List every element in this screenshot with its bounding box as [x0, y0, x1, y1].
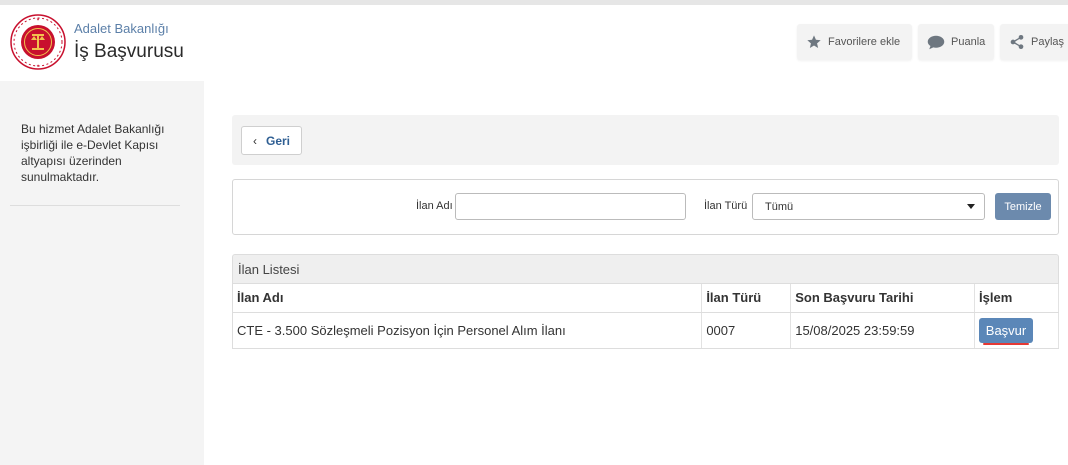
cell-islem: Başvur: [974, 312, 1059, 349]
apply-label: Başvur: [985, 322, 1027, 338]
ilan-turu-select[interactable]: Tümü: [752, 193, 985, 220]
table-row: CTE - 3.500 Sözleşmeli Pozisyon İçin Per…: [231, 312, 1059, 349]
apply-button[interactable]: Başvur: [979, 317, 1034, 345]
header: ★ ★ Adalet Bakanlığı İş Başvurusu Favori…: [0, 5, 1068, 81]
speech-bubble-icon: [927, 35, 945, 49]
apply-underline: [983, 342, 1030, 345]
service-info-text: Bu hizmet Adalet Bakanlığı işbirliği ile…: [21, 122, 165, 184]
ilan-turu-selected-value: Tümü: [765, 200, 794, 213]
caret-down-icon: [967, 204, 975, 209]
sidebar-divider: [10, 205, 180, 206]
column-header-ilan-turu[interactable]: İlan Türü: [701, 284, 792, 313]
rate-button[interactable]: Puanla: [918, 24, 994, 60]
svg-text:★: ★: [36, 63, 40, 68]
star-icon: [807, 35, 821, 48]
favorite-button[interactable]: Favorilere ekle: [797, 24, 912, 60]
svg-text:★: ★: [36, 17, 40, 22]
page-title: İş Başvurusu: [74, 41, 184, 62]
ilan-list-panel: İlan Listesi İlan Adı İlan Türü Son Başv…: [231, 254, 1059, 349]
ilan-adi-input[interactable]: [455, 193, 686, 220]
ilan-turu-label: İlan Türü: [704, 200, 748, 212]
main-content: ‹ Geri İlan Adı İlan Türü Tümü Temizle İ…: [204, 81, 1068, 465]
org-name-link[interactable]: Adalet Bakanlığı: [74, 21, 169, 36]
column-header-ilan-adi[interactable]: İlan Adı: [231, 284, 703, 313]
column-header-son-basvuru[interactable]: Son Başvuru Tarihi: [790, 284, 976, 313]
clear-button[interactable]: Temizle: [995, 193, 1051, 220]
favorite-label: Favorilere ekle: [828, 36, 901, 48]
back-label: Geri: [265, 133, 290, 148]
column-header-islem: İşlem: [974, 284, 1059, 313]
cell-son-basvuru: 15/08/2025 23:59:59: [790, 312, 976, 349]
sidebar: Bu hizmet Adalet Bakanlığı işbirliği ile…: [0, 81, 204, 465]
ilan-table: İlan Adı İlan Türü Son Başvuru Tarihi İş…: [231, 284, 1059, 349]
chevron-left-icon: ‹: [252, 133, 257, 148]
rate-label: Puanla: [951, 36, 986, 48]
cell-ilan-turu: 0007: [701, 312, 792, 349]
back-button[interactable]: ‹ Geri: [241, 126, 302, 155]
ilan-list-title: İlan Listesi: [232, 254, 1059, 284]
share-button[interactable]: Paylaş: [1000, 24, 1068, 60]
table-header-row: İlan Adı İlan Türü Son Başvuru Tarihi İş…: [231, 284, 1059, 313]
ministry-seal-icon: ★ ★: [10, 14, 66, 70]
ilan-adi-label: İlan Adı: [416, 200, 453, 212]
share-icon: [1010, 35, 1024, 49]
share-label: Paylaş: [1031, 36, 1065, 48]
cell-ilan-adi: CTE - 3.500 Sözleşmeli Pozisyon İçin Per…: [231, 312, 703, 349]
back-bar: ‹ Geri: [232, 115, 1059, 165]
filter-panel: İlan Adı İlan Türü Tümü Temizle: [232, 179, 1059, 235]
